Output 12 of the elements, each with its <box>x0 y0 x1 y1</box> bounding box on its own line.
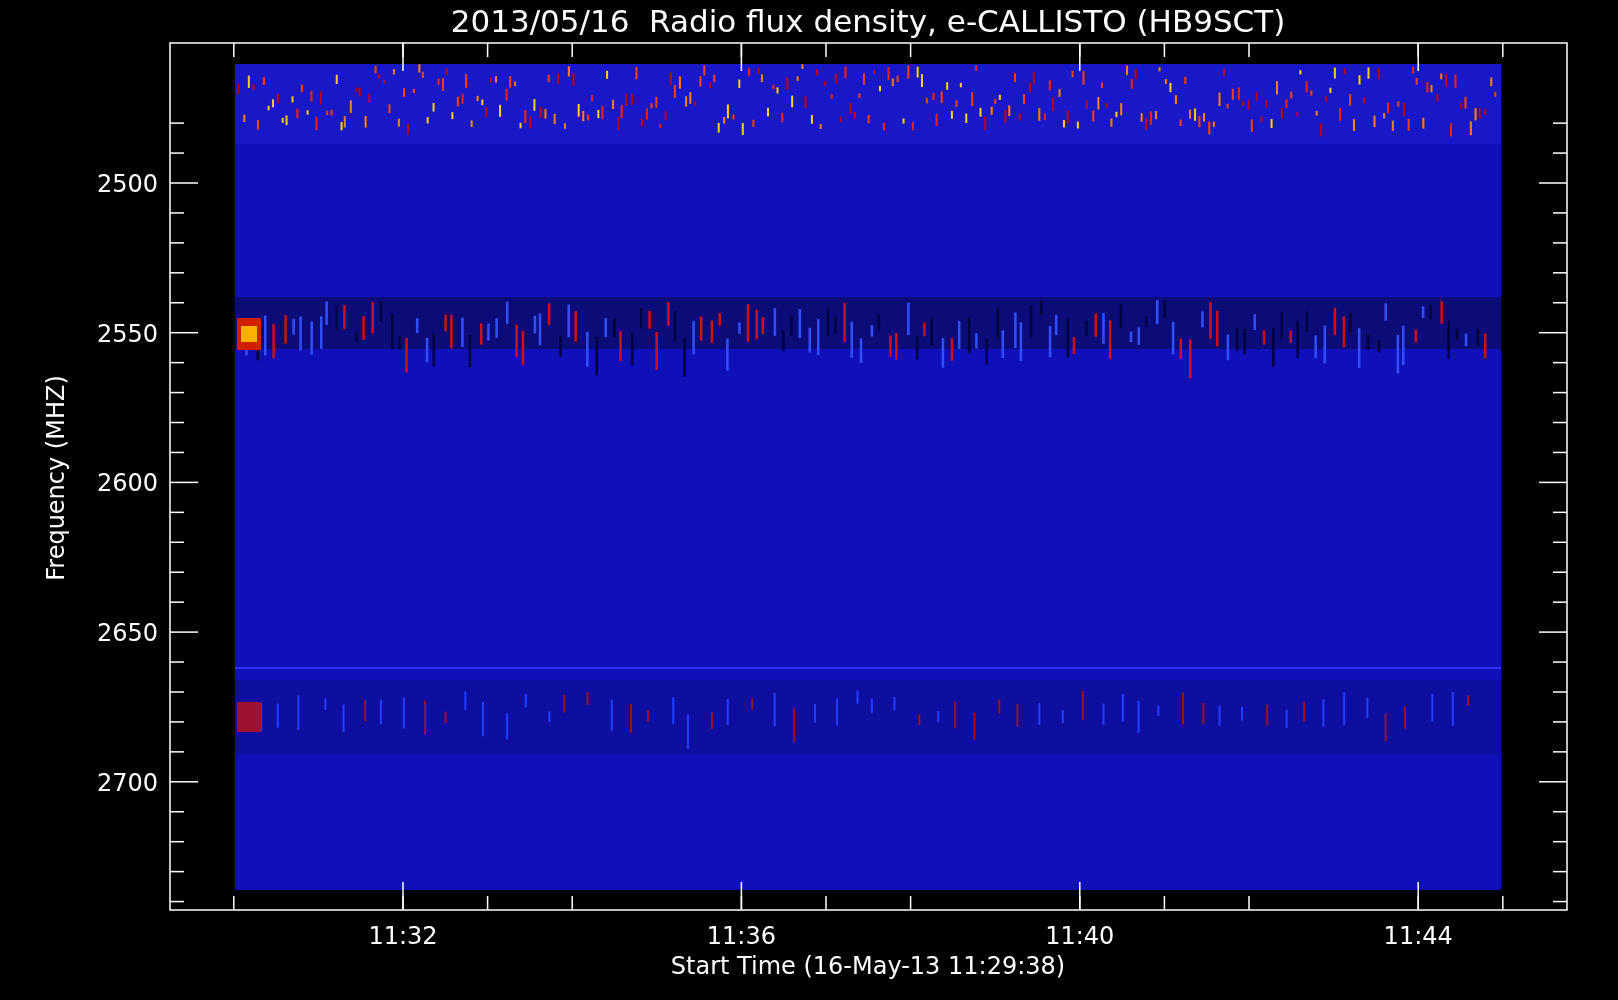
y-axis-label: Frequency (MHZ) <box>42 375 70 581</box>
y-tick-label: 2700 <box>96 768 158 797</box>
y-tick-label: 2550 <box>96 319 158 348</box>
x-tick-label: 11:44 <box>1383 922 1453 950</box>
x-axis-label: Start Time (16-May-13 11:29:38) <box>670 952 1066 980</box>
y-tick-label: 2650 <box>96 619 158 648</box>
chart-title: 2013/05/16 Radio flux density, e-CALLISTO (HB9SCT) <box>450 3 1286 39</box>
x-tick-label: 11:40 <box>1045 922 1115 950</box>
x-tick-label: 11:36 <box>706 922 776 950</box>
x-tick-label: 11:32 <box>368 922 438 950</box>
y-tick-label: 2600 <box>96 469 158 498</box>
y-tick-label: 2500 <box>96 170 158 198</box>
